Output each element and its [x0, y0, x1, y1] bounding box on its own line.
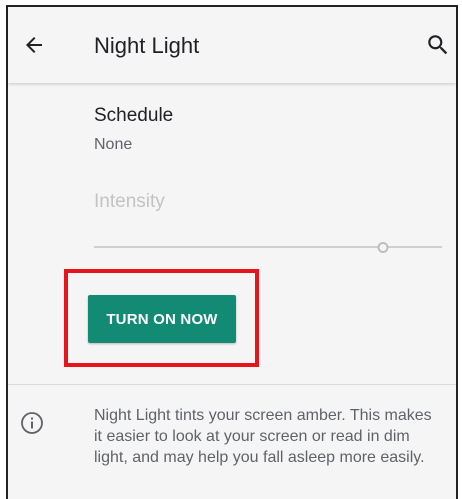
schedule-label: Schedule — [94, 105, 174, 126]
divider — [8, 384, 456, 385]
turn-on-now-button[interactable]: TURN ON NOW — [88, 295, 236, 343]
intensity-slider[interactable] — [94, 237, 442, 257]
page-title: Night Light — [94, 33, 200, 58]
app-bar: Night Light — [8, 7, 456, 83]
back-button[interactable] — [18, 29, 50, 61]
slider-thumb[interactable] — [377, 242, 389, 253]
night-light-description: Night Light tints your screen amber. Thi… — [94, 407, 432, 466]
intensity-label: Intensity — [94, 191, 165, 212]
slider-track — [94, 246, 442, 248]
schedule-value: None — [94, 136, 133, 153]
schedule-setting[interactable]: Schedule None — [94, 105, 394, 154]
info-icon — [21, 412, 43, 434]
search-icon — [428, 35, 448, 55]
arrow-back-icon — [26, 37, 42, 53]
settings-screen: Night Light Schedule None Intensity TURN… — [6, 5, 458, 499]
search-button[interactable] — [422, 29, 454, 61]
